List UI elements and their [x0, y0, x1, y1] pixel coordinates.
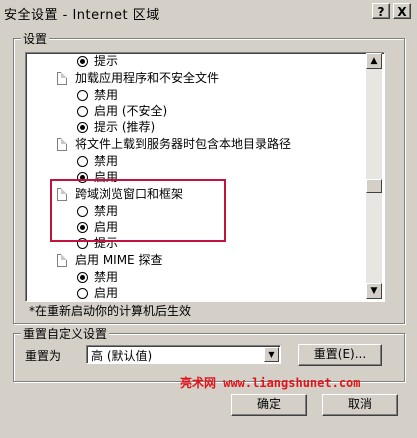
reset-button[interactable]: 重置(E)... — [298, 344, 382, 366]
reset-level-select[interactable]: 高 (默认值) ▼ — [86, 345, 281, 364]
radio-button[interactable] — [77, 56, 88, 67]
help-button[interactable]: ? — [372, 3, 390, 19]
cancel-button[interactable]: 取消 — [322, 394, 398, 416]
window-title: 安全设置 - Internet 区域 — [4, 8, 160, 23]
settings-group-label: 设置 — [21, 30, 50, 47]
radio-button[interactable] — [77, 288, 88, 299]
setting-heading: 加载应用程序和不安全文件 — [75, 71, 220, 85]
title-bar: 安全设置 - Internet 区域 ? X — [0, 0, 417, 25]
option-label[interactable]: 启用 — [94, 285, 118, 301]
option-label[interactable]: 启用 (不安全) — [94, 103, 167, 119]
settings-list[interactable]: 提示 加载应用程序和不安全文件 禁用 启用 (不安全) 提示 (推荐) 将文件上… — [25, 52, 385, 302]
reset-to-label: 重置为 — [25, 349, 62, 363]
radio-button[interactable] — [77, 156, 88, 167]
close-button[interactable]: X — [393, 3, 411, 19]
ok-button[interactable]: 确定 — [231, 394, 307, 416]
setting-doc-icon — [57, 138, 67, 151]
restart-note: *在重新启动你的计算机后生效 — [29, 304, 192, 318]
watermark-text: 亮术网 www.liangshunet.com — [180, 376, 361, 390]
option-label[interactable]: 提示 — [94, 53, 118, 69]
scroll-down-arrow-icon[interactable]: ▼ — [366, 283, 382, 299]
option-label[interactable]: 禁用 — [94, 269, 118, 285]
setting-doc-icon — [57, 72, 67, 85]
option-label[interactable]: 禁用 — [94, 87, 118, 103]
radio-button[interactable] — [77, 90, 88, 101]
setting-heading: 启用 MIME 探查 — [75, 253, 163, 267]
reset-level-value: 高 (默认值) — [91, 349, 153, 363]
radio-button[interactable] — [77, 272, 88, 283]
dropdown-arrow-icon[interactable]: ▼ — [264, 347, 279, 362]
radio-button[interactable] — [77, 122, 88, 133]
setting-heading: 将文件上载到服务器时包含本地目录路径 — [75, 137, 292, 151]
scroll-thumb[interactable] — [366, 179, 382, 193]
option-label[interactable]: 提示 (推荐) — [94, 119, 155, 135]
settings-scrollbar[interactable]: ▲ ▼ — [366, 53, 382, 299]
reset-group-label: 重置自定义设置 — [21, 325, 110, 342]
radio-button[interactable] — [77, 106, 88, 117]
setting-doc-icon — [57, 254, 67, 267]
highlight-box — [50, 179, 226, 242]
option-label[interactable]: 禁用 — [94, 153, 118, 169]
scroll-up-arrow-icon[interactable]: ▲ — [366, 53, 382, 69]
